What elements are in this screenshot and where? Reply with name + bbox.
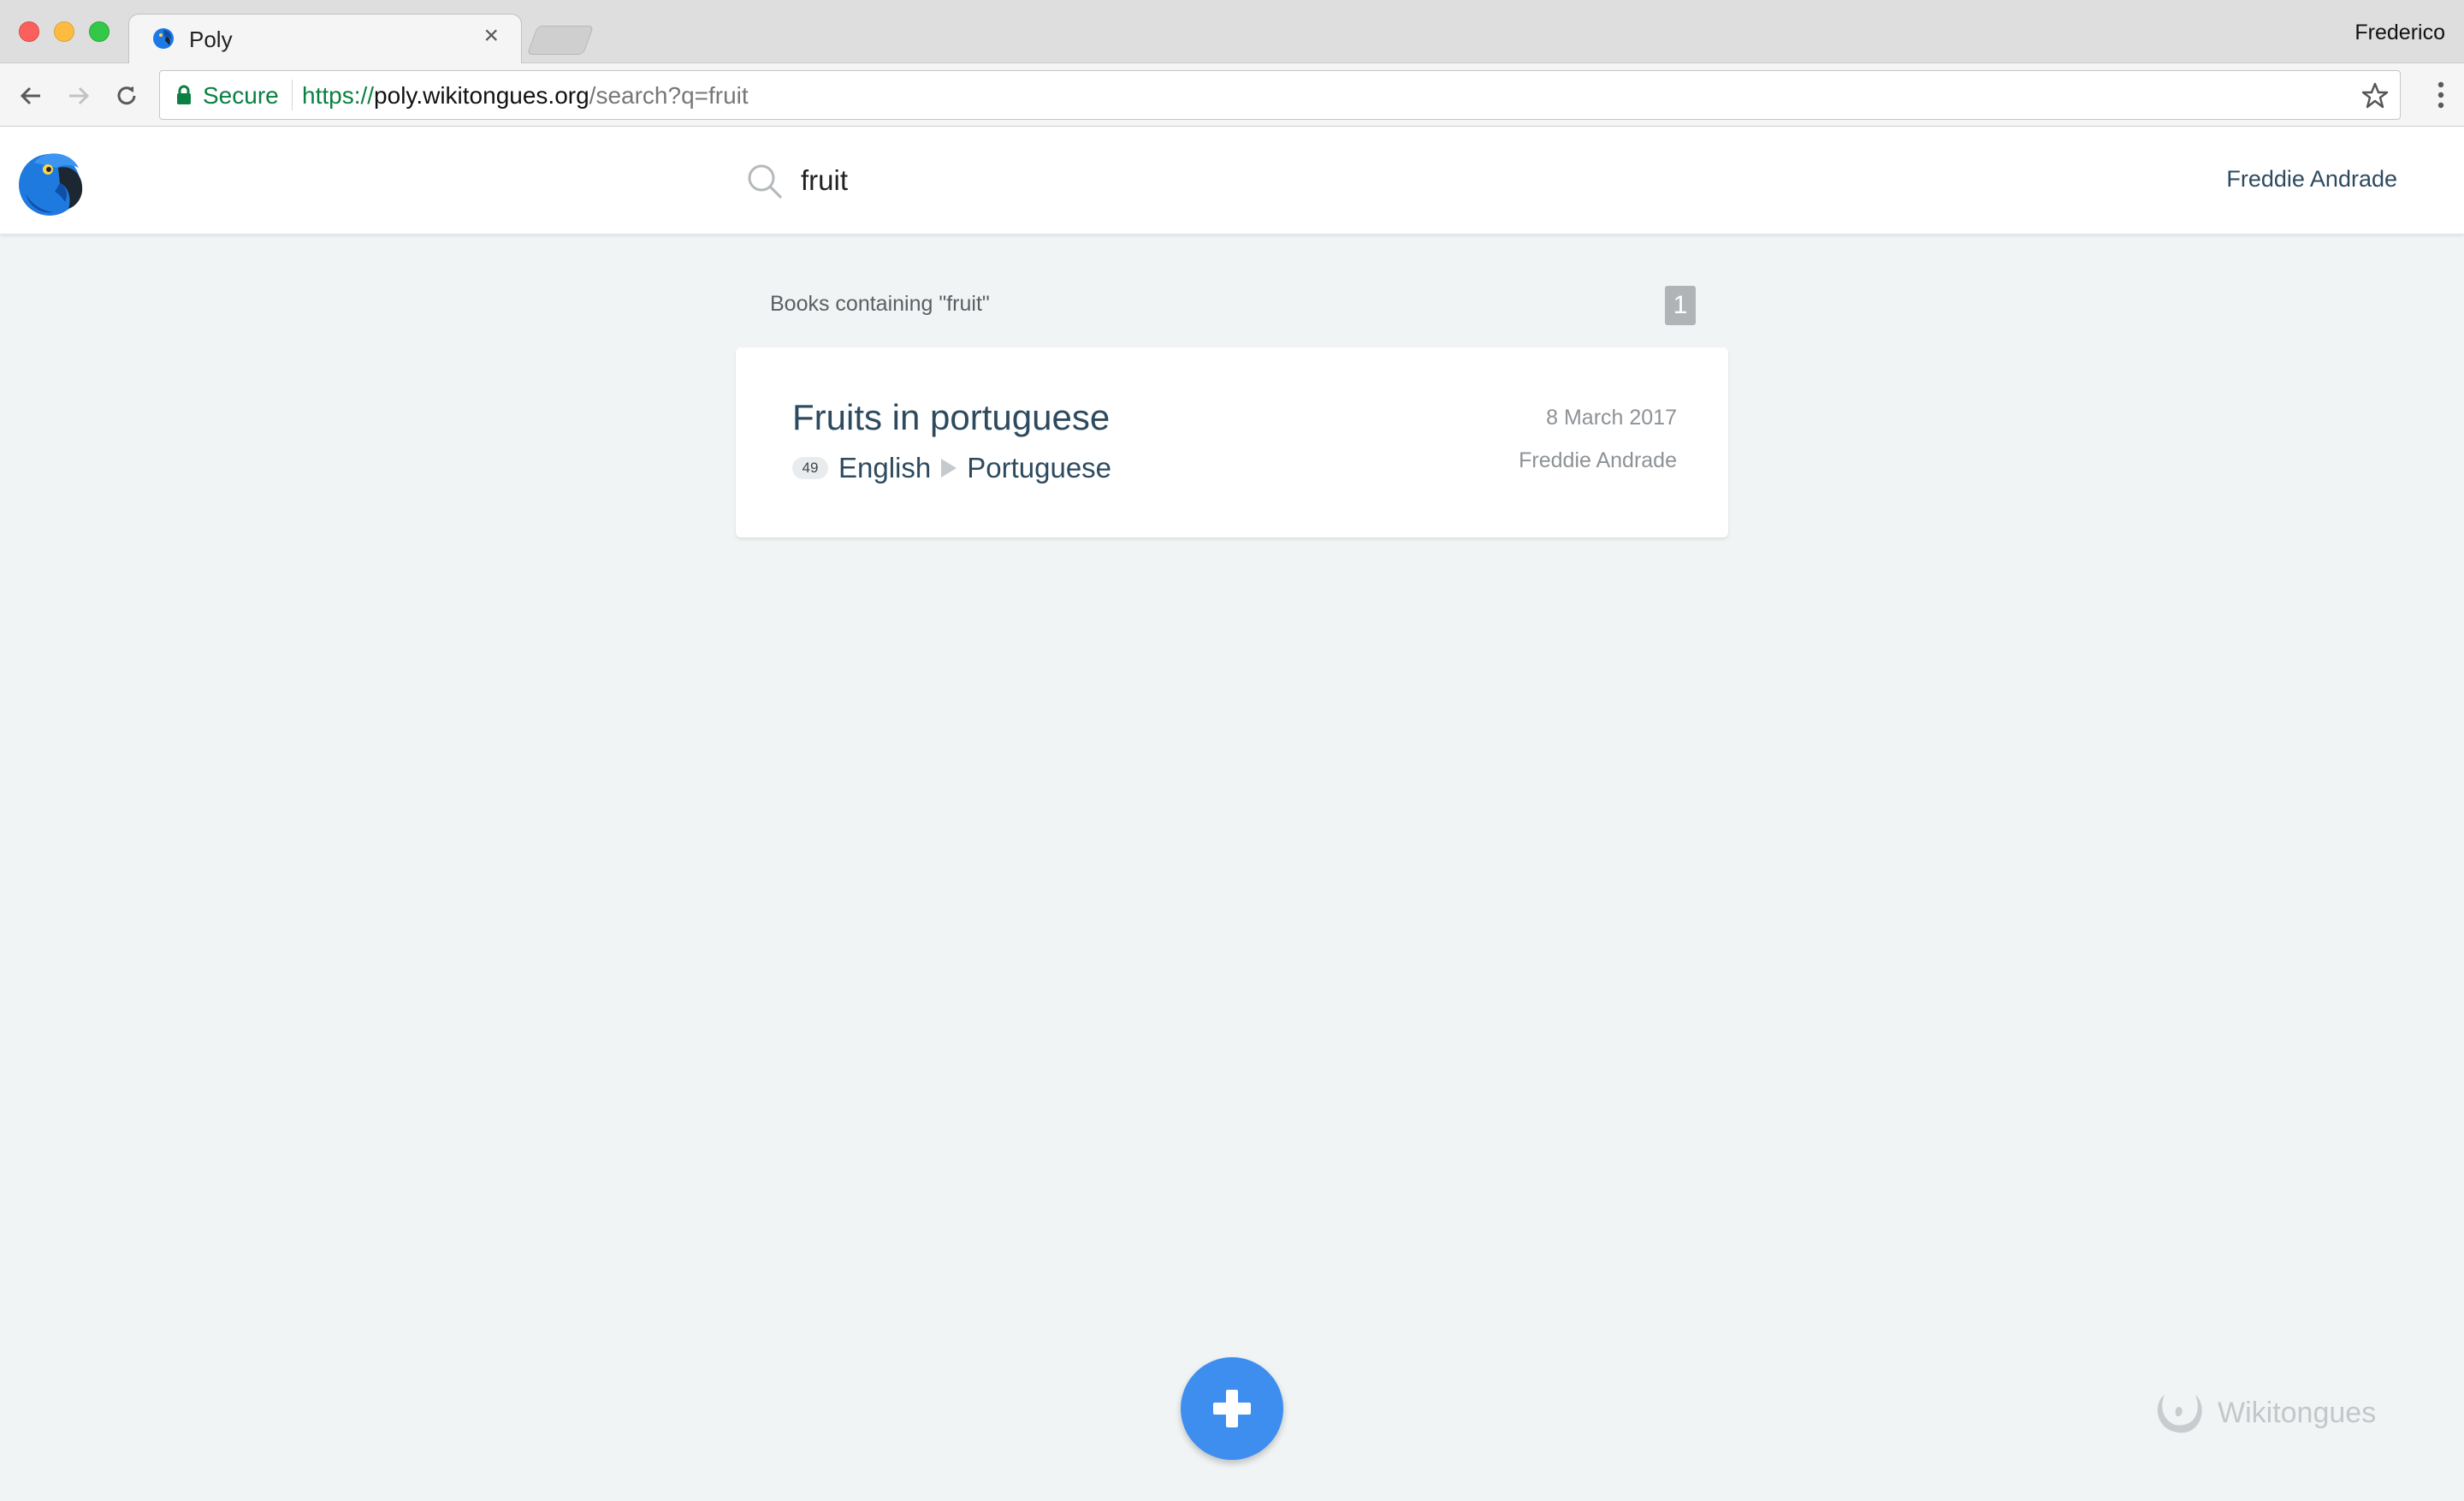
results-count-badge: 1 (1665, 286, 1696, 325)
user-profile-link[interactable]: Freddie Andrade (2226, 166, 2397, 193)
bookmark-star-icon[interactable] (2360, 81, 2390, 110)
book-date: 8 March 2017 (1546, 406, 1677, 430)
search-input[interactable] (801, 159, 1571, 202)
results-heading: Books containing "fruit" (770, 292, 990, 316)
book-language-pair: 49 English Portuguese (792, 452, 1111, 484)
close-window-button[interactable] (19, 21, 39, 42)
arrow-right-icon (69, 86, 90, 105)
url-scheme: https:// (302, 82, 375, 109)
secure-label: Secure (203, 82, 279, 109)
reload-button[interactable] (110, 79, 144, 113)
wikitongues-logo-icon (2157, 1395, 2202, 1433)
new-tab-button[interactable] (526, 26, 595, 55)
maximize-window-button[interactable] (89, 21, 110, 42)
poly-parrot-logo[interactable] (15, 145, 87, 217)
phrase-count-badge: 49 (792, 457, 828, 479)
address-bar[interactable]: Secure https://poly.wikitongues.org/sear… (159, 70, 2401, 120)
forward-button[interactable] (62, 79, 96, 113)
tab-title: Poly (189, 27, 233, 52)
url-host: poly.wikitongues.org (374, 82, 589, 109)
arrow-left-icon (20, 86, 40, 105)
book-result-card[interactable]: Fruits in portuguese 49 English Portugue… (736, 347, 1728, 537)
browser-toolbar: Secure https://poly.wikitongues.org/sear… (0, 63, 2464, 127)
browser-titlebar: Poly × Frederico (0, 0, 2464, 65)
reload-icon (117, 86, 136, 105)
browser-tab[interactable]: Poly × (128, 14, 522, 65)
search-icon (748, 164, 783, 199)
url-path: /search?q=fruit (589, 82, 749, 109)
address-bar-divider (292, 80, 293, 110)
wikitongues-brand[interactable]: Wikitongues (2153, 1391, 2376, 1434)
add-book-button[interactable] (1181, 1357, 1283, 1460)
browser-profile-name[interactable]: Frederico (2354, 21, 2445, 45)
app-header: Freddie Andrade (0, 127, 2464, 234)
book-author: Freddie Andrade (1519, 448, 1677, 472)
plus-icon (1213, 1390, 1251, 1427)
parrot-favicon-icon (153, 28, 174, 49)
brand-name: Wikitongues (2218, 1396, 2377, 1429)
triangle-right-icon (941, 459, 957, 478)
source-language: English (838, 452, 932, 484)
kebab-menu-icon[interactable] (2437, 80, 2445, 110)
tab-close-icon[interactable]: × (483, 21, 499, 50)
target-language: Portuguese (967, 452, 1112, 484)
url-text[interactable]: https://poly.wikitongues.org/search?q=fr… (302, 82, 749, 110)
lock-icon (177, 85, 191, 104)
minimize-window-button[interactable] (54, 21, 74, 42)
book-title[interactable]: Fruits in portuguese (792, 397, 1110, 438)
back-button[interactable] (14, 79, 48, 113)
